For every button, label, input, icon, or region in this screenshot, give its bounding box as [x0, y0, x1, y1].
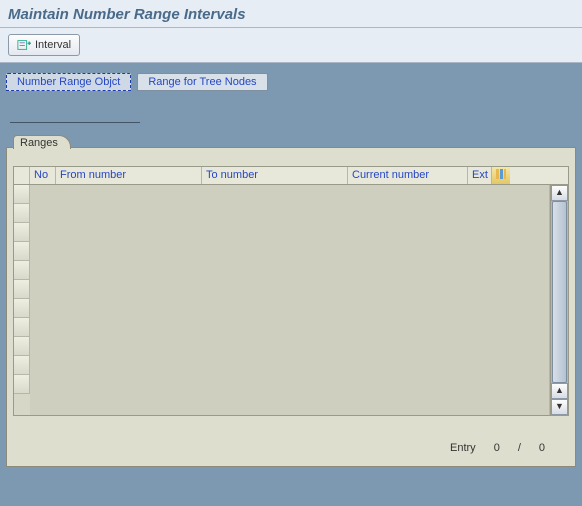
table-body: ▲ ▲ ▼: [14, 185, 568, 415]
row-selector[interactable]: [14, 375, 30, 394]
entry-label: Entry: [450, 442, 476, 454]
scroll-down-top-button[interactable]: ▲: [551, 383, 568, 399]
col-current-number[interactable]: Current number: [348, 167, 468, 184]
col-to-number[interactable]: To number: [202, 167, 348, 184]
table-settings-button[interactable]: [492, 167, 510, 184]
row-selector[interactable]: [14, 185, 30, 204]
scroll-thumb[interactable]: [552, 201, 567, 383]
entry-total: 0: [539, 442, 545, 454]
table-settings-icon: [495, 168, 507, 180]
vertical-scrollbar[interactable]: ▲ ▲ ▼: [550, 185, 568, 415]
tab-label: Number Range Objct: [17, 76, 120, 88]
scroll-track[interactable]: [551, 201, 568, 383]
tab-label: Range for Tree Nodes: [148, 76, 256, 88]
interval-button[interactable]: Interval: [8, 34, 80, 56]
tab-area: Number Range Objct Range for Tree Nodes: [0, 63, 582, 127]
row-selector[interactable]: [14, 223, 30, 242]
tab-number-range-object[interactable]: Number Range Objct: [6, 73, 131, 91]
entry-footer: Entry 0 / 0: [7, 422, 575, 466]
row-selector-column: [14, 185, 30, 415]
row-selector[interactable]: [14, 204, 30, 223]
row-selector[interactable]: [14, 356, 30, 375]
tab-range-tree-nodes[interactable]: Range for Tree Nodes: [137, 73, 267, 91]
row-selector[interactable]: [14, 242, 30, 261]
table-data-area: [30, 185, 550, 415]
col-from-number[interactable]: From number: [56, 167, 202, 184]
interval-button-label: Interval: [35, 39, 71, 51]
page-title: Maintain Number Range Intervals: [8, 6, 246, 23]
table-header: No From number To number Current number …: [14, 167, 568, 185]
row-selector[interactable]: [14, 261, 30, 280]
row-selector[interactable]: [14, 337, 30, 356]
entry-sep: /: [518, 442, 521, 454]
object-field-underline: [10, 111, 140, 123]
scroll-down-button[interactable]: ▼: [551, 399, 568, 415]
tabs: Number Range Objct Range for Tree Nodes: [6, 73, 576, 91]
row-selector[interactable]: [14, 318, 30, 337]
col-ext[interactable]: Ext: [468, 167, 492, 184]
col-no[interactable]: No: [30, 167, 56, 184]
ranges-table: No From number To number Current number …: [13, 166, 569, 416]
add-interval-icon: [17, 38, 31, 52]
row-selector[interactable]: [14, 280, 30, 299]
entry-current: 0: [494, 442, 500, 454]
ranges-frame: Ranges No From number To number Current …: [6, 147, 576, 467]
scroll-up-button[interactable]: ▲: [551, 185, 568, 201]
row-selector[interactable]: [14, 299, 30, 318]
col-selector: [14, 167, 30, 184]
ranges-frame-title: Ranges: [13, 135, 71, 149]
title-bar: Maintain Number Range Intervals: [0, 0, 582, 28]
toolbar: Interval: [0, 28, 582, 63]
